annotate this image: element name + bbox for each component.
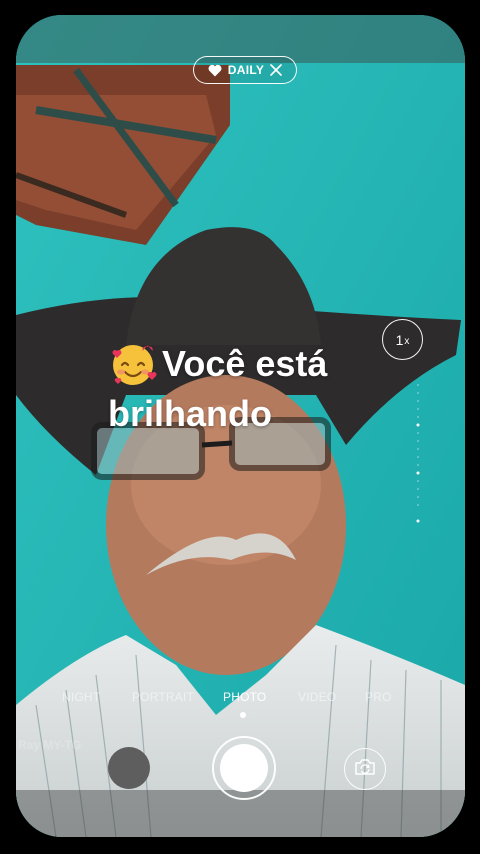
mode-portrait[interactable]: PORTRAIT <box>132 690 194 704</box>
daily-badge[interactable]: DAILY <box>193 56 297 84</box>
mode-pro[interactable]: PRO <box>365 690 392 704</box>
mode-night[interactable]: NIGHT <box>62 690 100 704</box>
zoom-scale[interactable] <box>416 383 420 525</box>
mode-video[interactable]: VIDEO <box>298 690 336 704</box>
caption-line-1: Você está <box>162 343 328 384</box>
active-mode-indicator <box>240 712 246 718</box>
heart-icon <box>208 64 222 77</box>
mode-photo[interactable]: PHOTO <box>223 690 266 704</box>
gallery-thumbnail[interactable] <box>108 747 150 789</box>
shutter-button[interactable] <box>212 736 276 800</box>
flip-camera-icon <box>354 758 376 781</box>
flip-camera-button[interactable] <box>344 748 386 790</box>
caption-line-2: brilhando <box>108 393 272 434</box>
camera-mode-selector[interactable]: NIGHT PORTRAIT PHOTO VIDEO PRO <box>0 690 480 710</box>
watermark: Ray MY-TG <box>18 738 82 752</box>
shutter-inner <box>220 744 268 792</box>
smiling-face-with-hearts-icon <box>112 345 157 385</box>
beauty-caption: Você está brilhando <box>108 338 408 439</box>
daily-label: DAILY <box>227 63 265 77</box>
close-icon[interactable] <box>270 64 283 76</box>
